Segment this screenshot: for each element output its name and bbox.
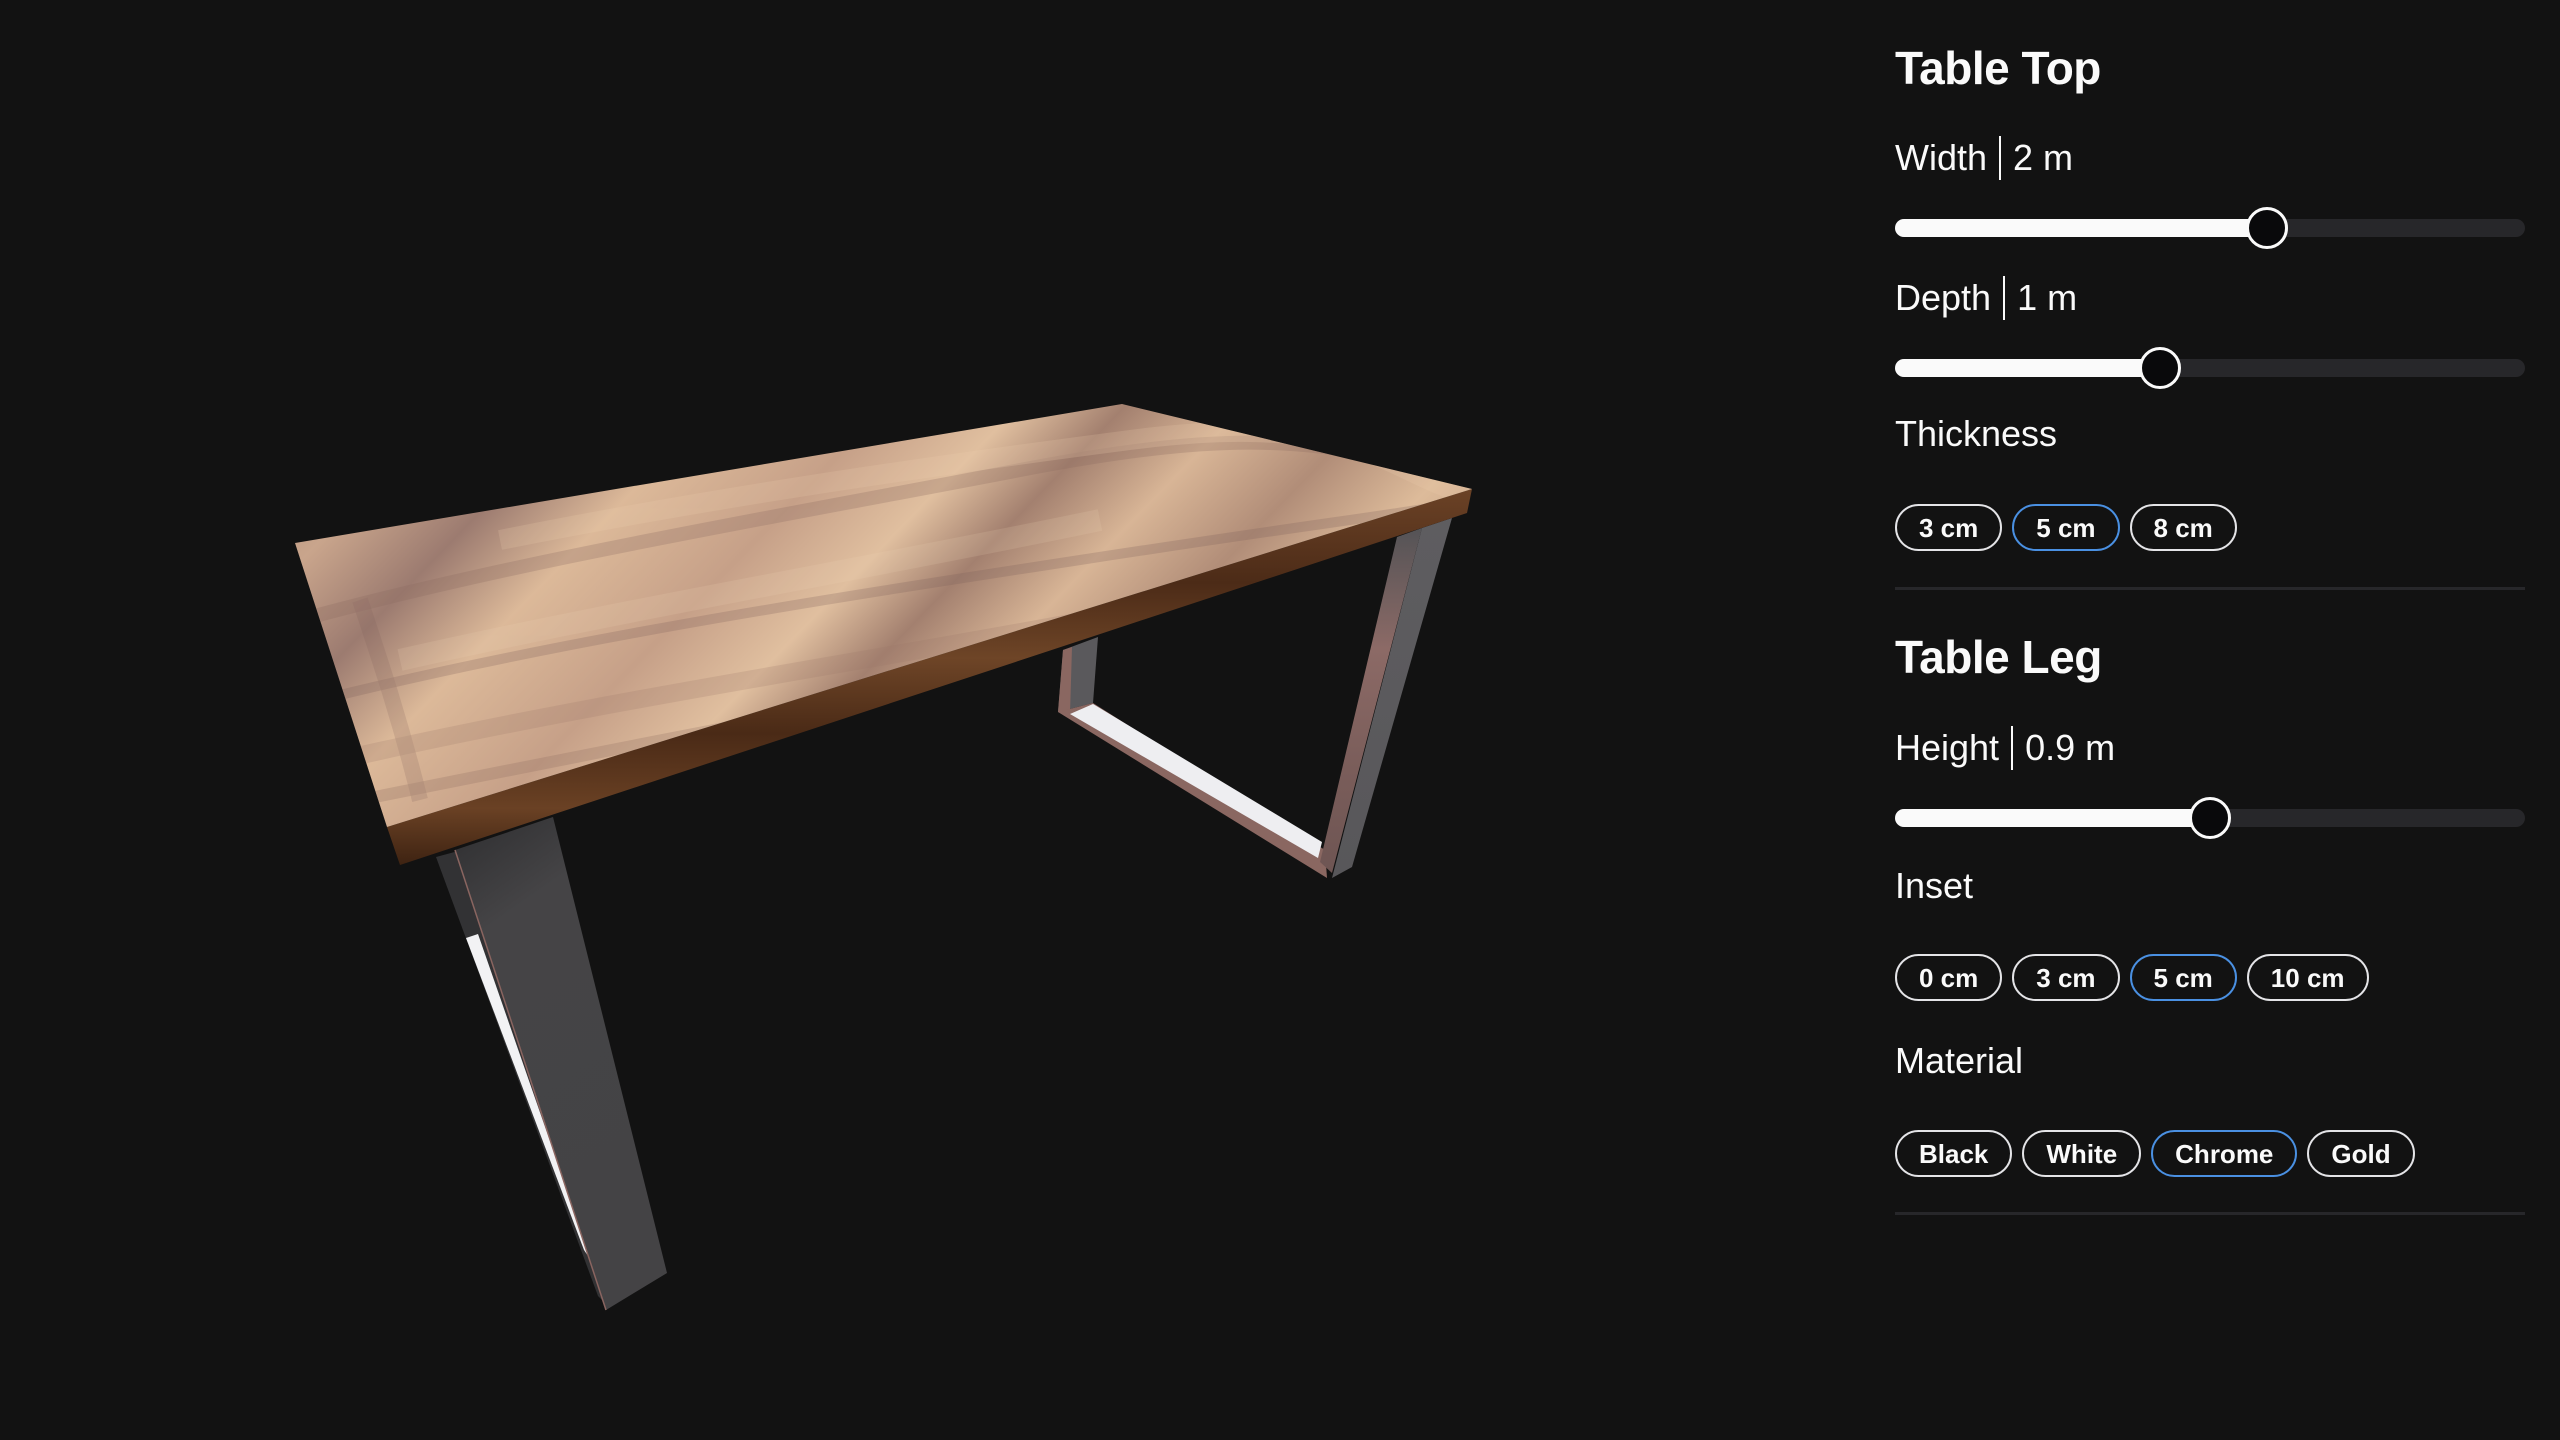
material-option-button[interactable]: Chrome [2151,1130,2298,1177]
height-slider[interactable] [1895,796,2525,840]
rear-leg-post-side [1058,647,1072,714]
inset-option-button[interactable]: 10 cm [2246,954,2369,1001]
width-label-text: Width [1895,137,1988,178]
table-render [295,404,1472,1311]
depth-slider[interactable] [1895,346,2525,390]
width-value: 2 m [2013,137,2074,178]
material-label: Material [1895,1040,2024,1081]
width-slider[interactable] [1895,206,2525,250]
slider-thumb[interactable] [2245,207,2288,249]
3d-viewport[interactable] [0,0,1860,1440]
depth-label: Depth 1 m [1895,276,2077,320]
material-option-button[interactable]: Black [1895,1130,2013,1177]
material-options: Black White Chrome Gold [1895,1130,2415,1177]
height-label-text: Height [1895,727,2000,768]
section-title-table-top: Table Top [1895,42,2101,94]
slider-thumb[interactable] [2138,347,2181,389]
depth-value: 1 m [2017,277,2078,318]
thickness-option-button[interactable]: 5 cm [2012,504,2120,551]
config-panel: Table Top Width 2 m Depth 1 m Thickness 3 … [1895,0,2525,1440]
material-option-button[interactable]: Gold [2307,1130,2415,1177]
height-value: 0.9 m [2025,727,2116,768]
thickness-option-button[interactable]: 8 cm [2129,504,2237,551]
material-option-button[interactable]: White [2022,1130,2142,1177]
inset-option-button[interactable]: 3 cm [2012,954,2120,1001]
slider-fill [1895,219,2267,237]
rear-leg-bottom-highlight [1070,704,1322,858]
depth-label-text: Depth [1895,277,1992,318]
inset-options: 0 cm 3 cm 5 cm 10 cm [1895,954,2369,1001]
slider-thumb[interactable] [2189,797,2231,839]
front-leg-face [455,817,667,1310]
section-divider [1895,1212,2525,1215]
section-divider [1895,587,2525,590]
thickness-option-button[interactable]: 3 cm [1895,504,2003,551]
label-separator [1999,136,2002,180]
inset-option-button[interactable]: 0 cm [1895,954,2003,1001]
slider-fill [1895,809,2210,827]
rear-leg-upright-inner [1320,528,1422,873]
inset-label: Inset [1895,865,1974,906]
thickness-label: Thickness [1895,413,2058,454]
slider-fill [1895,359,2160,377]
height-label: Height 0.9 m [1895,726,2115,770]
section-title-table-leg: Table Leg [1895,631,2102,683]
label-separator [2011,726,2014,770]
inset-option-button[interactable]: 5 cm [2129,954,2237,1001]
width-label: Width 2 m [1895,136,2073,180]
thickness-options: 3 cm 5 cm 8 cm [1895,504,2237,551]
label-separator [2003,276,2006,320]
